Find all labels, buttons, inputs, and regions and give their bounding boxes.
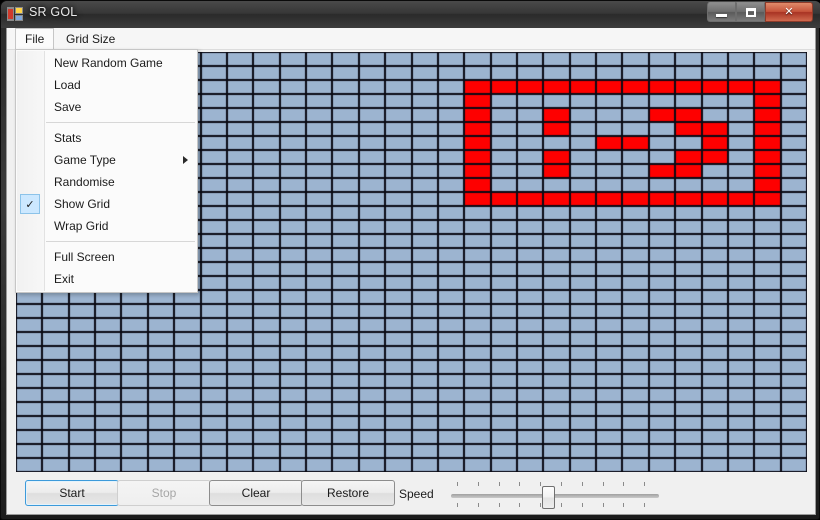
slider-thumb[interactable] — [542, 486, 555, 509]
menu-item-game-type[interactable]: Game Type — [16, 149, 197, 171]
slider-tick — [498, 503, 500, 507]
title-bar: SR GOL ✕ — [1, 1, 820, 28]
slider-tick — [644, 482, 646, 486]
slider-tick — [581, 482, 583, 486]
menu-item-label: Game Type — [54, 153, 116, 167]
file-dropdown-menu: New Random Game Load Save Stats Game Typ… — [15, 49, 198, 293]
menu-grid-size-label: Grid Size — [66, 31, 116, 46]
slider-tick — [540, 482, 542, 486]
menu-item-label: Wrap Grid — [54, 219, 109, 233]
menu-file-label: File — [25, 32, 45, 46]
slider-tick — [498, 482, 500, 486]
slider-tick — [602, 503, 604, 507]
controls-bar: Start Stop Clear Restore Speed — [7, 472, 815, 514]
window-title: SR GOL — [29, 5, 78, 19]
menu-file[interactable]: File — [15, 28, 55, 50]
slider-tick — [581, 503, 583, 507]
menu-item-label: Randomise — [54, 175, 115, 189]
speed-slider[interactable] — [445, 480, 675, 509]
status-bar: Iterations: Grid Size: 30 x 30 Dead: 900… — [7, 514, 815, 515]
menu-item-full-screen[interactable]: Full Screen — [16, 246, 197, 268]
stop-button-label: Stop — [151, 486, 177, 500]
client-area: File Grid Size New Random Game Load Save — [6, 28, 816, 515]
slider-track — [451, 494, 659, 498]
clear-button-label: Clear — [241, 486, 271, 500]
slider-tick — [477, 482, 479, 486]
menu-grid-size[interactable]: Grid Size — [57, 28, 124, 49]
menu-item-label: New Random Game — [54, 56, 163, 70]
menu-item-new-random-game[interactable]: New Random Game — [16, 52, 197, 74]
slider-tick — [477, 503, 479, 507]
restore-button[interactable]: Restore — [301, 480, 395, 506]
start-button[interactable]: Start — [25, 480, 119, 506]
app-icon — [7, 7, 23, 21]
restore-button-label: Restore — [326, 486, 370, 500]
close-button[interactable]: ✕ — [765, 2, 813, 22]
close-icon: ✕ — [784, 5, 794, 18]
slider-tick — [561, 503, 562, 507]
menu-bar: File Grid Size — [7, 28, 815, 50]
menu-item-label: Exit — [54, 272, 75, 286]
stop-button[interactable]: Stop — [117, 480, 211, 506]
menu-item-label: Show Grid — [54, 197, 111, 211]
checkmark-icon: ✓ — [20, 194, 40, 214]
menu-separator — [46, 241, 195, 242]
slider-tick — [519, 503, 521, 507]
menu-item-exit[interactable]: Exit — [16, 268, 197, 290]
slider-tick — [623, 482, 625, 486]
slider-tick — [602, 482, 604, 486]
minimize-icon — [716, 14, 727, 17]
menu-separator — [46, 122, 195, 123]
menu-item-randomise[interactable]: Randomise — [16, 171, 197, 193]
minimize-button[interactable] — [707, 2, 736, 22]
menu-item-label: Stats — [54, 131, 82, 145]
menu-item-wrap-grid[interactable]: Wrap Grid — [16, 215, 197, 237]
slider-tick — [623, 503, 625, 507]
slider-tick — [644, 503, 646, 507]
menu-item-load[interactable]: Load — [16, 74, 197, 96]
slider-tick — [457, 503, 458, 507]
chevron-right-icon — [183, 156, 188, 164]
maximize-button[interactable] — [736, 2, 765, 22]
menu-item-label: Load — [54, 78, 81, 92]
menu-item-show-grid[interactable]: ✓ Show Grid — [16, 193, 197, 215]
application-window: SR GOL ✕ File Grid Size New Random Game … — [0, 0, 820, 520]
slider-tick — [457, 482, 458, 486]
slider-tick — [519, 482, 521, 486]
menu-item-stats[interactable]: Stats — [16, 127, 197, 149]
maximize-icon — [745, 7, 756, 17]
speed-label: Speed — [399, 487, 434, 501]
menu-item-save[interactable]: Save — [16, 96, 197, 118]
start-button-label: Start — [59, 486, 85, 500]
menu-item-label: Full Screen — [54, 250, 115, 264]
clear-button[interactable]: Clear — [209, 480, 303, 506]
menu-item-label: Save — [54, 100, 82, 114]
slider-tick — [561, 482, 562, 486]
